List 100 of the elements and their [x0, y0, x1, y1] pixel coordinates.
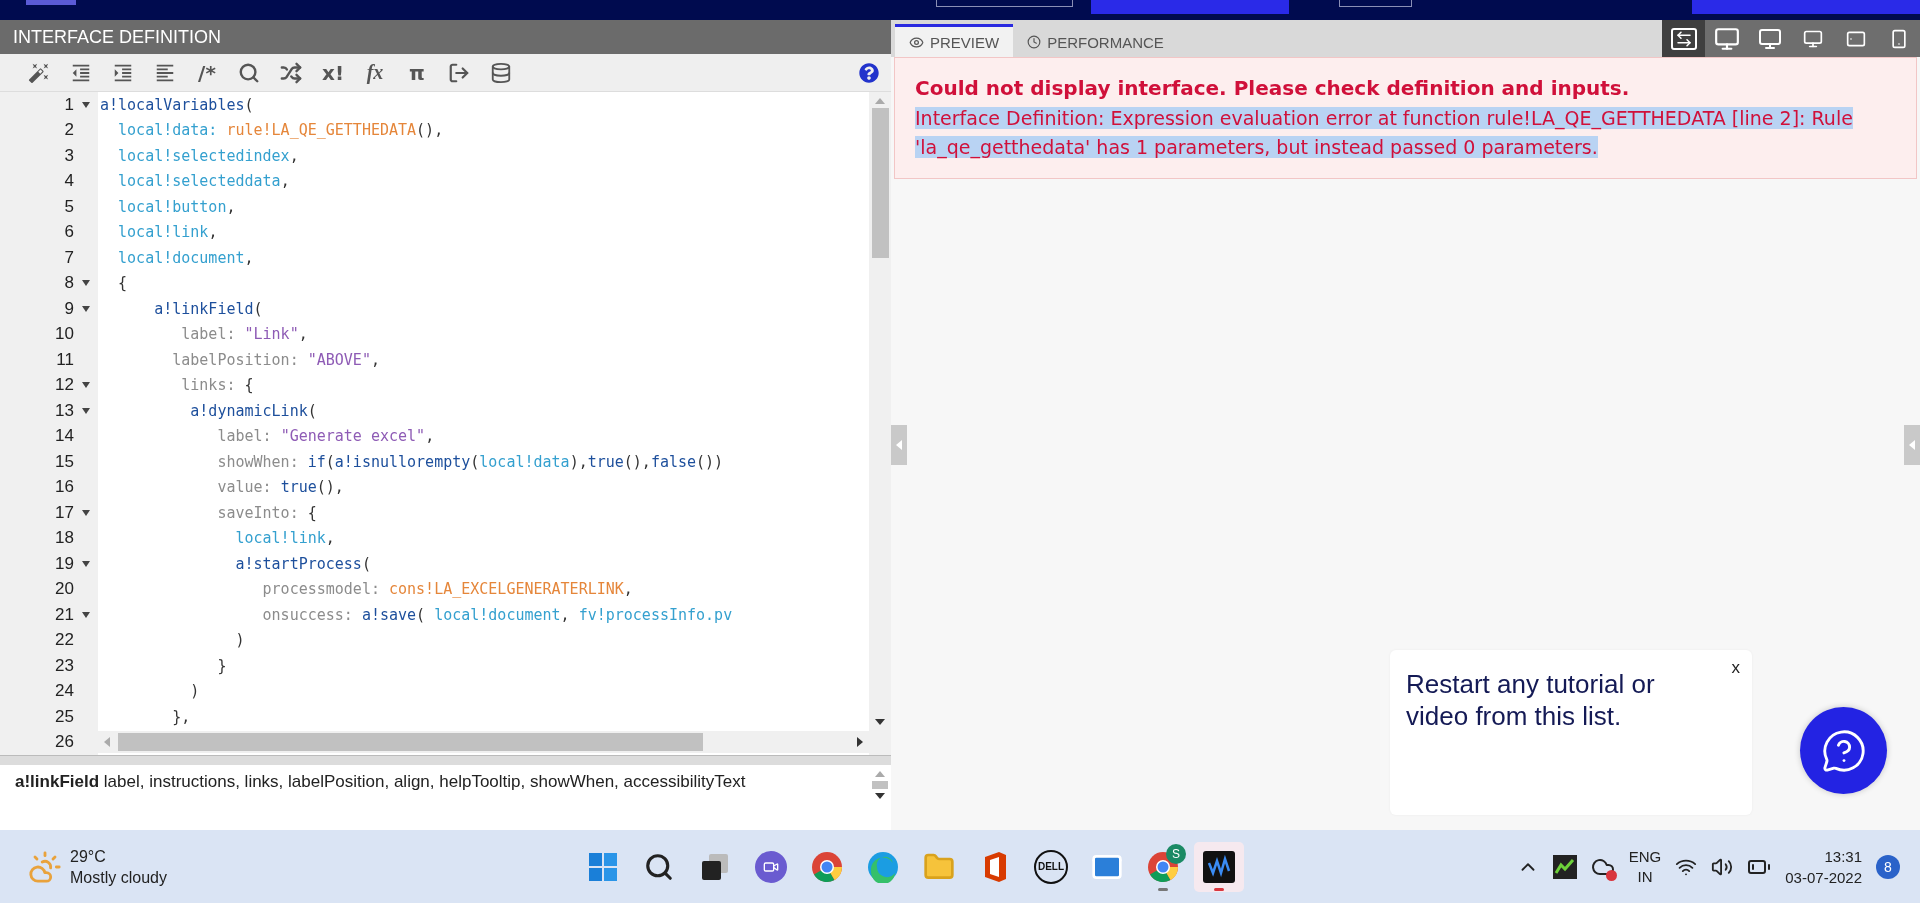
header-tab-marker	[26, 0, 77, 5]
clock[interactable]: 13:31 03-07-2022	[1785, 845, 1862, 888]
code-line: local!link,	[117, 223, 218, 242]
fold-icon[interactable]	[82, 280, 90, 287]
line-number: 16	[54, 477, 74, 498]
line-number: 24	[54, 681, 74, 702]
line-number: 1	[63, 94, 74, 115]
windows-logo-icon	[588, 851, 618, 882]
code-line: a!linkField(	[153, 299, 263, 318]
line-number: 3	[63, 145, 74, 166]
code-line: local!button,	[117, 197, 236, 216]
toolbar-button[interactable]: x!	[312, 57, 354, 88]
line-number: 6	[63, 222, 74, 243]
code-line: links: {	[180, 376, 254, 395]
scroll-down-icon	[875, 719, 885, 725]
line-number: 4	[63, 171, 74, 192]
code-line: a!localVariables(	[99, 95, 254, 114]
code-line: }	[216, 656, 227, 675]
line-number: 25	[54, 706, 74, 727]
scroll-up-icon	[875, 98, 885, 104]
monitor-icon	[1713, 25, 1740, 52]
code-line: label: "Generate excel",	[216, 427, 435, 446]
fold-icon[interactable]	[82, 560, 90, 567]
fold-icon[interactable]	[82, 101, 90, 108]
help-chat-button[interactable]	[1800, 707, 1887, 794]
device-mode-button[interactable]	[1662, 20, 1705, 57]
error-message: Interface Definition: Expression evaluation error at function rule!LA_QE_GETTHEDATA [line 2]: Rule 'la_qe_getthedata' has 1 parameters, but instead passed 0 parameters.	[915, 106, 1854, 161]
expand-arrow-icon	[1909, 440, 1915, 450]
line-number: 8	[63, 273, 74, 294]
expand-handle[interactable]	[1904, 425, 1920, 465]
monitor-icon	[1757, 26, 1782, 51]
line-number: 11	[55, 349, 74, 370]
eye-icon	[909, 34, 924, 50]
dell-logo: DELL	[1034, 849, 1068, 884]
help-chat-icon	[1820, 727, 1867, 774]
profile-badge: S	[1166, 843, 1186, 864]
line-number: 22	[54, 630, 74, 651]
code-line: {	[117, 274, 128, 293]
line-number: 14	[54, 426, 74, 447]
weather-icon	[28, 849, 62, 884]
help-button[interactable]	[859, 62, 879, 83]
code-line: local!selectedindex,	[117, 146, 299, 165]
scroll-down-icon	[875, 793, 885, 799]
toolbar-button[interactable]: fx	[354, 57, 396, 88]
toolbar-button[interactable]: π	[396, 57, 438, 88]
shuffle-icon	[280, 61, 302, 84]
export-icon	[448, 61, 470, 84]
taskbar-app-button[interactable]	[1194, 841, 1244, 892]
weather-condition: Mostly cloudy	[70, 867, 167, 888]
toolbar-button[interactable]: /*	[186, 57, 228, 88]
notification-count[interactable]: 8	[1876, 854, 1900, 879]
search-icon	[238, 61, 260, 84]
collapse-handle[interactable]	[891, 425, 907, 465]
fold-icon[interactable]	[82, 611, 90, 618]
fold-icon[interactable]	[82, 509, 90, 516]
vertical-scrollbar[interactable]	[869, 92, 891, 755]
code-line: local!document,	[117, 248, 254, 267]
search-icon	[644, 851, 674, 882]
browser-icon	[811, 850, 843, 883]
code-line: showWhen: if(a!isnullorempty(local!data),true(),false())	[216, 452, 724, 471]
temperature: 29°C	[70, 846, 107, 867]
line-number: 7	[63, 247, 74, 268]
fold-icon[interactable]	[82, 305, 90, 312]
fold-icon[interactable]	[82, 382, 90, 389]
database-icon	[490, 61, 512, 84]
scrollbar-thumb[interactable]	[872, 781, 888, 789]
code-line: label: "Link",	[180, 325, 308, 344]
line-number: 26	[54, 732, 74, 753]
magic-wand-icon	[28, 61, 50, 84]
line-number: 20	[54, 579, 74, 600]
help-icon	[859, 62, 879, 83]
line-number: 13	[54, 400, 74, 421]
preview-tab[interactable]: PREVIEW	[895, 24, 1014, 57]
code-line: processmodel: cons!LA_EXCELGENERATERLINK,	[261, 580, 633, 599]
chat-app-icon	[755, 850, 787, 883]
line-number: 5	[63, 196, 74, 217]
collapse-arrow-icon	[896, 440, 902, 450]
preview-tab[interactable]: PERFORMANCE	[1013, 24, 1178, 57]
tray-app-icon[interactable]	[1552, 854, 1577, 879]
clock-icon	[1027, 35, 1042, 49]
task-view-icon	[700, 851, 730, 882]
line-number: 9	[63, 298, 74, 319]
scrollbar-thumb[interactable]	[871, 108, 889, 258]
scroll-right-icon	[857, 737, 863, 748]
error-title: Could not display interface. Please check definition and inputs.	[915, 76, 1631, 100]
scroll-up-icon	[875, 771, 885, 777]
line-number: 21	[54, 604, 74, 625]
close-button[interactable]: x	[1731, 658, 1740, 678]
fold-icon[interactable]	[82, 407, 90, 414]
code-line: a!dynamicLink(	[189, 401, 317, 420]
scrollbar-thumb[interactable]	[118, 733, 703, 752]
monitor-icon	[1802, 28, 1823, 49]
line-number: 17	[54, 502, 74, 523]
line-number: 19	[54, 553, 74, 574]
line-number: 18	[54, 528, 74, 549]
taskbar-app-button[interactable]: S	[1138, 841, 1188, 892]
code-line: },	[171, 707, 191, 726]
language-indicator[interactable]: ENG IN	[1628, 846, 1662, 887]
taskbar-app-button[interactable]: DELL	[1026, 841, 1076, 892]
code-line: )	[189, 682, 200, 701]
